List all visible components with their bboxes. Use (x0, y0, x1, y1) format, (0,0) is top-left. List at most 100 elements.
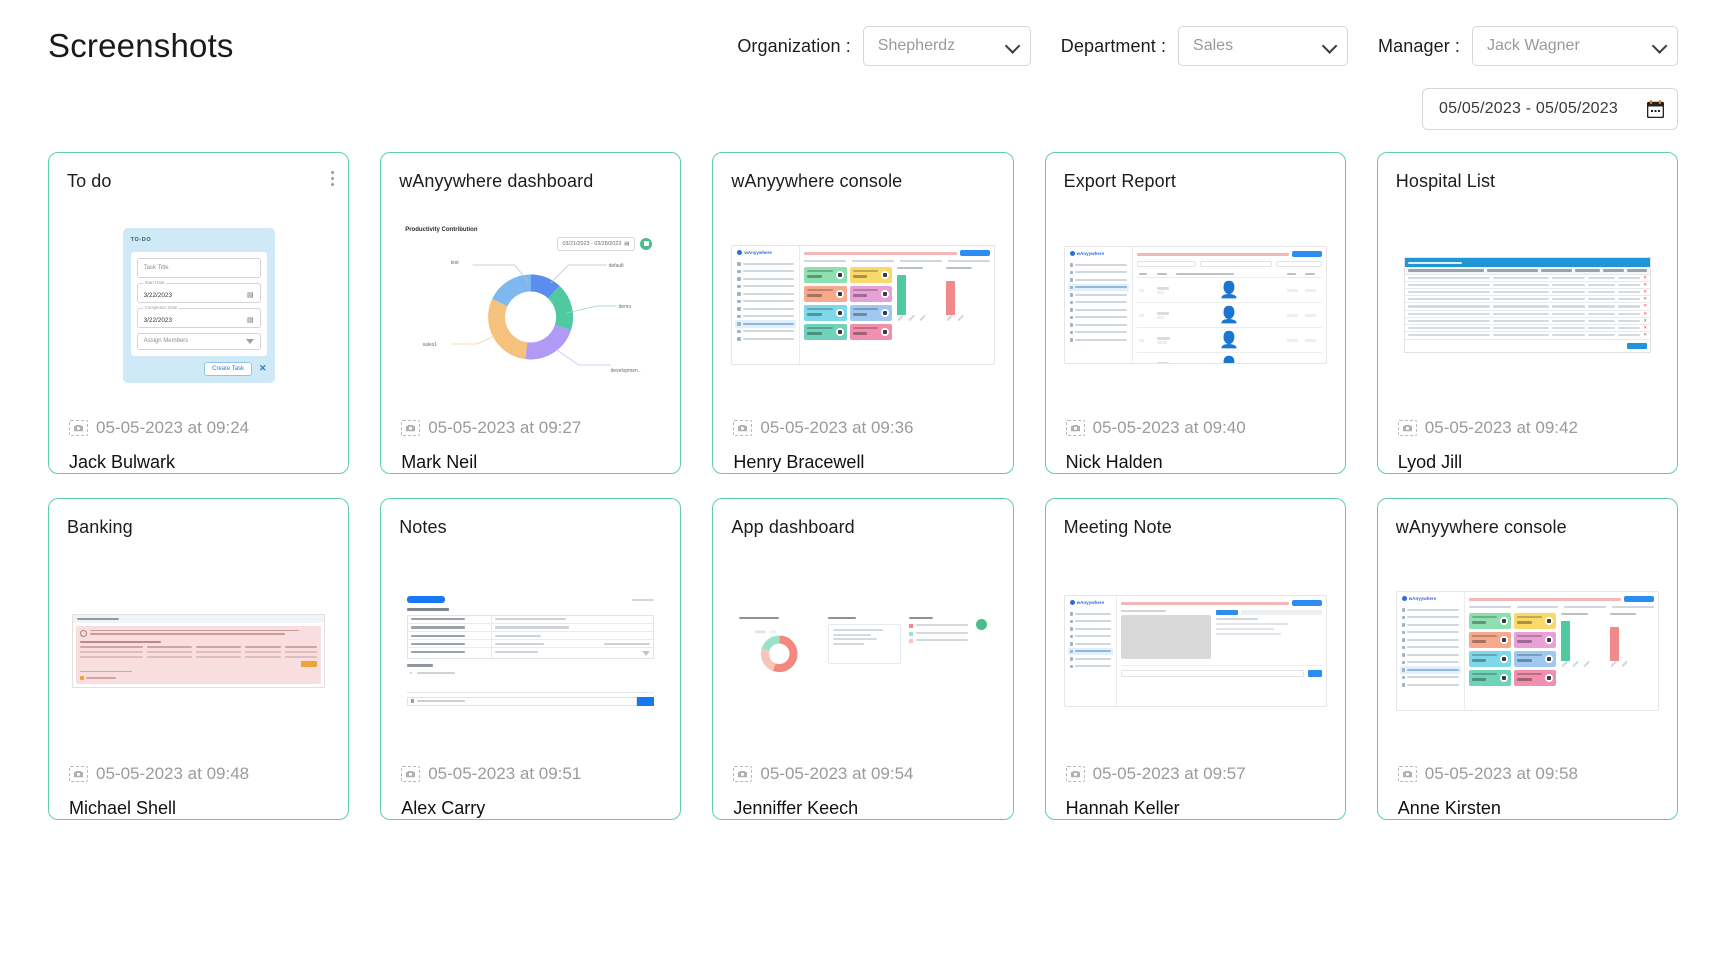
filter-organization: Organization : Shepherdz (737, 26, 1031, 66)
department-select[interactable]: Sales (1178, 26, 1349, 66)
card-thumbnail[interactable]: TO-DO Task Title Start Date 3/22/2023 ▤ … (67, 192, 330, 412)
card-menu-icon[interactable] (331, 171, 335, 186)
mock-action-button (300, 660, 317, 667)
start-date-label: Start Date (142, 279, 167, 285)
card-timestamp: 05-05-2023 at 09:40 (1092, 418, 1246, 437)
card-title: wAnyywhere dashboard (399, 171, 594, 191)
card-thumbnail[interactable]: Productivity Contribution 03/21/2023 - 0… (399, 192, 662, 412)
screenshot-card[interactable]: wAnyywhere console wAnyywhere 05-05-2023… (1376, 498, 1678, 820)
completion-date-value: 3/22/2023 (143, 316, 173, 324)
close-icon: ✕ (259, 363, 267, 373)
card-title: Hospital List (1395, 171, 1496, 191)
manager-value: Jack Wagner (1487, 37, 1580, 54)
card-title: wAnyywhere console (1395, 517, 1567, 537)
camera-icon (1065, 766, 1085, 782)
screenshot-card[interactable]: Meeting Note wAnyywhere 05-05-2023 at 09… (1044, 498, 1346, 820)
start-date-field: Start Date 3/22/2023 ▤ (136, 279, 261, 303)
screenshot-card[interactable]: App dashboard 05-05-2023 at 09:54 Jennif… (712, 498, 1014, 820)
card-meta: 05-05-2023 at 09:36 (731, 412, 994, 438)
chart-title: Productivity Contribution (405, 226, 478, 233)
calendar-icon[interactable] (1646, 100, 1665, 119)
mock-bar-chart (896, 267, 941, 340)
card-thumbnail[interactable] (67, 538, 330, 758)
banking-mock (72, 613, 325, 689)
card-meta: 05-05-2023 at 09:42 (1396, 412, 1659, 438)
mock-main: 👤 👤 👤 👤 👤 (1133, 247, 1326, 363)
manager-select[interactable]: Jack Wagner (1472, 26, 1678, 66)
date-range-picker[interactable]: 05/05/2023 - 05/05/2023 (1422, 88, 1678, 130)
header-bar: Screenshots Organization : Shepherdz Dep… (48, 0, 1678, 78)
mock-main (800, 246, 993, 364)
mock-sidebar: wAnyywhere (1396, 592, 1465, 710)
card-user: Hannah Keller (1065, 798, 1180, 818)
screenshot-card[interactable]: To do TO-DO Task Title Start Date 3/22/2… (48, 152, 350, 474)
card-user: Anne Kirsten (1397, 798, 1501, 818)
card-user: Jack Bulwark (69, 452, 176, 472)
screenshot-card[interactable]: Notes ▸ 05-05-2023 at 09:51 Alex Carry (380, 498, 682, 820)
organization-select[interactable]: Shepherdz (862, 26, 1031, 66)
chevron-down-icon (1004, 38, 1021, 54)
card-meta: 05-05-2023 at 09:57 (1064, 758, 1327, 784)
card-meta: 05-05-2023 at 09:27 (399, 412, 662, 438)
download-icon (640, 237, 653, 250)
camera-icon (1397, 766, 1417, 782)
camera-icon (733, 420, 753, 436)
organization-value: Shepherdz (877, 37, 956, 54)
camera-icon (1397, 420, 1417, 436)
mock-sidebar: wAnyywhere (1064, 247, 1133, 363)
report-mock: wAnyywhere 👤 👤 👤 (1063, 246, 1327, 364)
minutes-of-meeting-title (407, 608, 450, 611)
card-title: To do (67, 171, 112, 191)
card-thumbnail[interactable]: wAnyywhere (1395, 538, 1659, 758)
card-title: Banking (67, 517, 133, 537)
filter-department: Department : Sales (1061, 26, 1349, 66)
appdash-legend (909, 624, 968, 644)
card-meta: 05-05-2023 at 09:24 (67, 412, 330, 438)
notes-mock: ▸ (407, 596, 655, 706)
department-value: Sales (1193, 37, 1234, 54)
mock-bar-chart-2 (1610, 613, 1654, 686)
card-meta: 05-05-2023 at 09:40 (1064, 412, 1327, 438)
manager-label: Manager : (1378, 35, 1460, 56)
screenshot-card[interactable]: Export Report wAnyywhere 👤 👤 👤 05-05-202… (1044, 152, 1346, 474)
mock-bar-chart-2 (945, 267, 990, 340)
card-thumbnail[interactable]: wAnyywhere (1063, 192, 1327, 412)
screenshot-card[interactable]: wAnyywhere dashboard Productivity Contri… (380, 152, 682, 474)
card-thumbnail[interactable]: wAnyywhere (731, 192, 995, 412)
download-icon (80, 676, 85, 681)
calendar-icon: ▤ (246, 291, 254, 299)
donut-label-default: default (609, 263, 625, 269)
camera-icon (401, 766, 421, 782)
card-thumbnail[interactable]: wAnyywhere (1063, 538, 1327, 758)
screenshot-card[interactable]: Banking 05-05-2023 at 09:48 Michael Shel… (48, 498, 350, 820)
card-thumbnail[interactable]: ▸ (399, 538, 662, 758)
card-thumbnail[interactable] (731, 538, 994, 758)
card-timestamp: 05-05-2023 at 09:42 (1424, 418, 1578, 437)
card-timestamp: 05-05-2023 at 09:51 (428, 764, 582, 783)
card-user: Jenniffer Keech (733, 798, 859, 818)
meeting-form (407, 614, 655, 660)
card-user: Mark Neil (401, 452, 478, 472)
card-meta: 05-05-2023 at 09:54 (731, 758, 994, 784)
mock-canvas (1120, 615, 1211, 659)
card-meta: 05-05-2023 at 09:48 (67, 758, 330, 784)
card-timestamp: 05-05-2023 at 09:24 (96, 418, 250, 437)
screenshots-page: Screenshots Organization : Shepherdz Dep… (0, 0, 1726, 956)
action-points-label (407, 664, 434, 667)
camera-icon (733, 766, 753, 782)
camera-icon (1065, 420, 1085, 436)
task-title-field: Task Title (136, 257, 261, 278)
card-thumbnail[interactable]: ✕ ✕ ✕ ✕ ✕ ✕ ✕ ✕ ✕ (1396, 192, 1659, 412)
screenshot-card[interactable]: wAnyywhere console wAnyywhere 05-05-2023… (712, 152, 1014, 474)
page-title: Screenshots (48, 27, 234, 64)
calendar-icon: ▤ (246, 316, 254, 324)
mock-bar-chart (1561, 613, 1605, 686)
table-caption (1404, 258, 1651, 268)
screenshot-card[interactable]: Hospital List ✕ ✕ ✕ ✕ ✕ ✕ ✕ ✕ ✕ 05-05-20… (1376, 152, 1678, 474)
completion-date-field: Completion Date 3/22/2023 ▤ (136, 304, 261, 328)
transaction-confirmation-header (73, 614, 324, 623)
organization-label: Organization : (737, 35, 851, 56)
card-timestamp: 05-05-2023 at 09:57 (1092, 764, 1246, 783)
card-title: Notes (399, 517, 447, 537)
date-range-value: 05/05/2023 - 05/05/2023 (1439, 100, 1618, 117)
